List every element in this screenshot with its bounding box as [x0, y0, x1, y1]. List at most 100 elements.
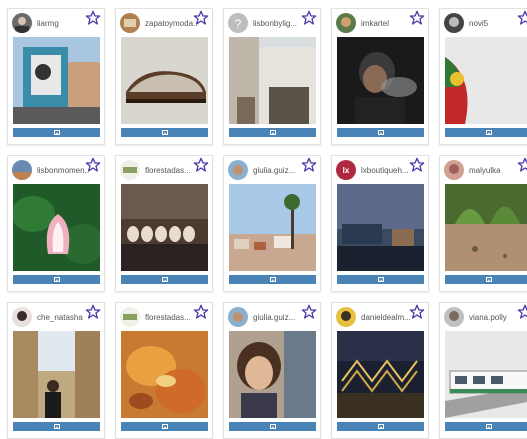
- svg-text:?: ?: [235, 17, 242, 31]
- post-photo[interactable]: [337, 331, 424, 418]
- view-bar[interactable]: [337, 275, 424, 284]
- username[interactable]: liarmg: [37, 19, 59, 28]
- avatar[interactable]: [228, 307, 248, 327]
- post-card[interactable]: novi5: [439, 8, 527, 145]
- post-photo[interactable]: [337, 37, 424, 124]
- post-photo[interactable]: [13, 184, 100, 271]
- view-bar[interactable]: [337, 128, 424, 137]
- star-outline-icon[interactable]: [301, 157, 317, 173]
- username[interactable]: lisbonbylig...: [253, 19, 297, 28]
- view-bar[interactable]: [445, 128, 527, 137]
- view-bar[interactable]: [445, 275, 527, 284]
- view-bar[interactable]: [229, 422, 316, 431]
- view-bar[interactable]: [13, 422, 100, 431]
- image-icon: [161, 130, 168, 135]
- username[interactable]: florestadas...: [145, 313, 191, 322]
- image-icon: [161, 424, 168, 429]
- post-card[interactable]: liarmg: [7, 8, 105, 145]
- username[interactable]: imkartel: [361, 19, 389, 28]
- avatar[interactable]: [120, 13, 140, 33]
- post-card[interactable]: lisbonmomen...: [7, 155, 105, 292]
- star-outline-icon[interactable]: [193, 10, 209, 26]
- post-card[interactable]: imkartel: [331, 8, 429, 145]
- image-icon: [269, 424, 276, 429]
- username[interactable]: lxboutiqueh...: [361, 166, 409, 175]
- avatar[interactable]: [444, 307, 464, 327]
- star-outline-icon[interactable]: [193, 304, 209, 320]
- avatar[interactable]: ?: [228, 13, 248, 33]
- avatar[interactable]: [12, 307, 32, 327]
- post-card[interactable]: malyulka: [439, 155, 527, 292]
- star-outline-icon[interactable]: [85, 304, 101, 320]
- view-bar[interactable]: [13, 128, 100, 137]
- view-bar[interactable]: [229, 275, 316, 284]
- username[interactable]: che_natasha: [37, 313, 83, 322]
- image-icon: [53, 277, 60, 282]
- star-outline-icon[interactable]: [517, 157, 527, 173]
- avatar[interactable]: [120, 307, 140, 327]
- star-outline-icon[interactable]: [85, 10, 101, 26]
- post-card[interactable]: danieldealm...: [331, 302, 429, 439]
- post-card[interactable]: che_natasha: [7, 302, 105, 439]
- post-card[interactable]: florestadas...: [115, 155, 213, 292]
- image-icon: [161, 277, 168, 282]
- image-icon: [53, 424, 60, 429]
- post-card[interactable]: viana.polly: [439, 302, 527, 439]
- image-icon: [53, 130, 60, 135]
- post-photo[interactable]: [121, 184, 208, 271]
- username[interactable]: danieldealm...: [361, 313, 411, 322]
- username[interactable]: viana.polly: [469, 313, 507, 322]
- avatar[interactable]: lx: [336, 160, 356, 180]
- star-outline-icon[interactable]: [301, 304, 317, 320]
- avatar[interactable]: [228, 160, 248, 180]
- post-photo[interactable]: [121, 37, 208, 124]
- post-card[interactable]: giulia.guiz...: [223, 302, 321, 439]
- username[interactable]: lisbonmomen...: [37, 166, 89, 175]
- username[interactable]: zapatoymoda...: [145, 19, 197, 28]
- star-outline-icon[interactable]: [409, 157, 425, 173]
- avatar[interactable]: [444, 13, 464, 33]
- post-photo[interactable]: [445, 184, 527, 271]
- post-card[interactable]: giulia.guiz...: [223, 155, 321, 292]
- post-photo[interactable]: [13, 331, 100, 418]
- post-card[interactable]: lx lxboutiqueh...: [331, 155, 429, 292]
- star-outline-icon[interactable]: [193, 157, 209, 173]
- star-outline-icon[interactable]: [409, 10, 425, 26]
- post-photo[interactable]: [445, 37, 527, 124]
- username[interactable]: giulia.guiz...: [253, 166, 295, 175]
- avatar[interactable]: [120, 160, 140, 180]
- view-bar[interactable]: [337, 422, 424, 431]
- username[interactable]: novi5: [469, 19, 488, 28]
- view-bar[interactable]: [229, 128, 316, 137]
- post-photo[interactable]: [229, 331, 316, 418]
- star-outline-icon[interactable]: [409, 304, 425, 320]
- post-photo[interactable]: [13, 37, 100, 124]
- star-outline-icon[interactable]: [517, 10, 527, 26]
- post-card[interactable]: zapatoymoda...: [115, 8, 213, 145]
- username[interactable]: malyulka: [469, 166, 501, 175]
- avatar[interactable]: [444, 160, 464, 180]
- avatar[interactable]: [336, 307, 356, 327]
- username[interactable]: florestadas...: [145, 166, 191, 175]
- view-bar[interactable]: [13, 275, 100, 284]
- avatar[interactable]: [12, 13, 32, 33]
- username[interactable]: giulia.guiz...: [253, 313, 295, 322]
- view-bar[interactable]: [445, 422, 527, 431]
- post-photo[interactable]: [445, 331, 527, 418]
- post-photo[interactable]: [229, 37, 316, 124]
- post-photo[interactable]: [229, 184, 316, 271]
- image-icon: [269, 130, 276, 135]
- avatar[interactable]: [12, 160, 32, 180]
- star-outline-icon[interactable]: [517, 304, 527, 320]
- star-outline-icon[interactable]: [85, 157, 101, 173]
- avatar[interactable]: [336, 13, 356, 33]
- image-icon: [377, 130, 384, 135]
- view-bar[interactable]: [121, 422, 208, 431]
- post-card[interactable]: ? lisbonbylig...: [223, 8, 321, 145]
- star-outline-icon[interactable]: [301, 10, 317, 26]
- post-photo[interactable]: [121, 331, 208, 418]
- post-photo[interactable]: [337, 184, 424, 271]
- view-bar[interactable]: [121, 128, 208, 137]
- post-card[interactable]: florestadas...: [115, 302, 213, 439]
- view-bar[interactable]: [121, 275, 208, 284]
